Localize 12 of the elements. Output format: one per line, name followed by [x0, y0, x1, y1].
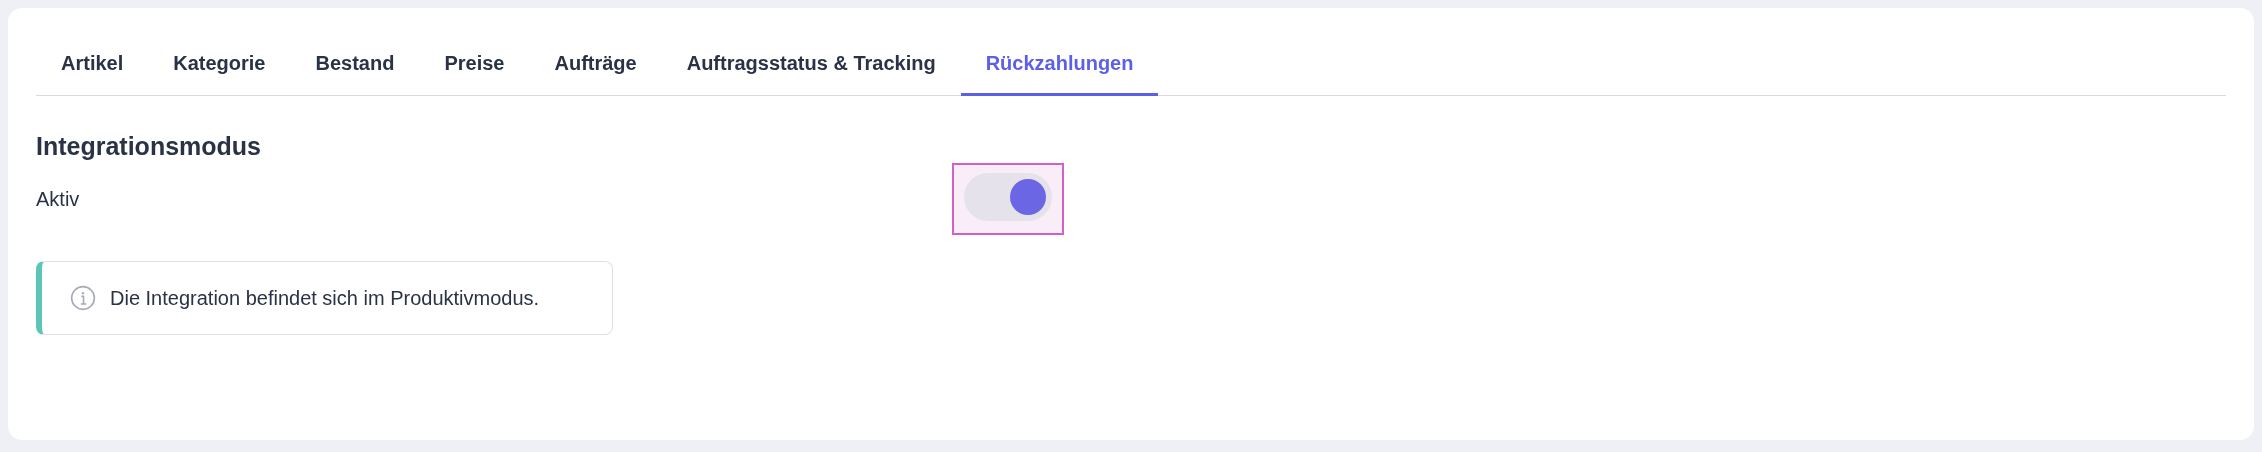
setting-label: Aktiv	[36, 187, 81, 211]
tab[interactable]: Kategorie	[148, 36, 291, 96]
info-icon	[70, 285, 96, 311]
toggle-switch[interactable]	[964, 173, 1052, 221]
tab[interactable]: Artikel	[36, 36, 149, 96]
notice-text: Die Integration befindet sich im Produktivmodus.	[110, 286, 540, 310]
tab[interactable]: Aufträge	[529, 36, 662, 96]
tab[interactable]: Bestand	[290, 36, 420, 96]
tab[interactable]: Auftragsstatus & Tracking	[661, 36, 961, 96]
section-title: Integrationsmodus	[36, 132, 262, 161]
tab[interactable]: Rückzahlungen	[960, 36, 1159, 96]
tab[interactable]: Preise	[419, 36, 530, 96]
